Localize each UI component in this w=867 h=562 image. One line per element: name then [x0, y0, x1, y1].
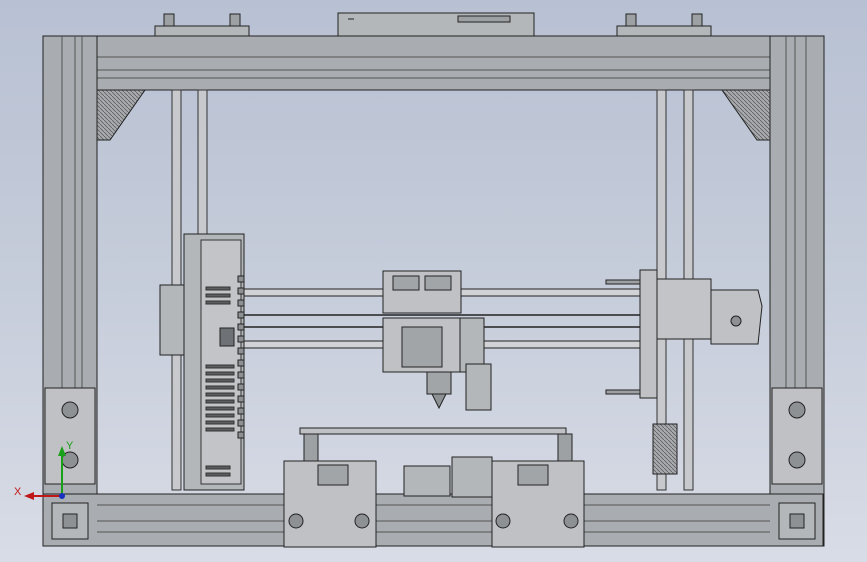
bottom-left-extrusion-profile: [51, 502, 89, 540]
top-right-corner-gusset: [721, 89, 771, 141]
left-leveling-bracket: [44, 387, 96, 485]
x-axis-stepper-motor: [656, 278, 763, 345]
printer-frame-model[interactable]: [0, 0, 867, 562]
x-carriage-upper-bearings: [382, 270, 462, 314]
y-axis-stepper-motor: [403, 456, 493, 498]
y-axis-right-mount: [491, 460, 585, 548]
top-aluminum-extrusion: [42, 35, 824, 91]
z-shaft-coupler: [652, 423, 678, 475]
psu-switch: [219, 327, 235, 347]
cad-viewport[interactable]: X Y: [0, 0, 867, 562]
top-left-corner-gusset: [96, 89, 146, 141]
axis-y-label: Y: [66, 440, 74, 452]
bottom-right-extrusion-profile: [778, 502, 816, 540]
top-right-mount-plate: [616, 13, 712, 37]
axis-x-label: X: [14, 486, 22, 498]
bed-level-springs: [303, 433, 573, 463]
top-center-bracket: [337, 12, 535, 37]
right-leveling-bracket: [771, 387, 823, 485]
y-axis-left-mount: [283, 460, 377, 548]
print-bed-plate: [299, 427, 567, 435]
top-left-mount-plate: [154, 13, 250, 37]
bottom-aluminum-extrusion: [42, 493, 824, 547]
